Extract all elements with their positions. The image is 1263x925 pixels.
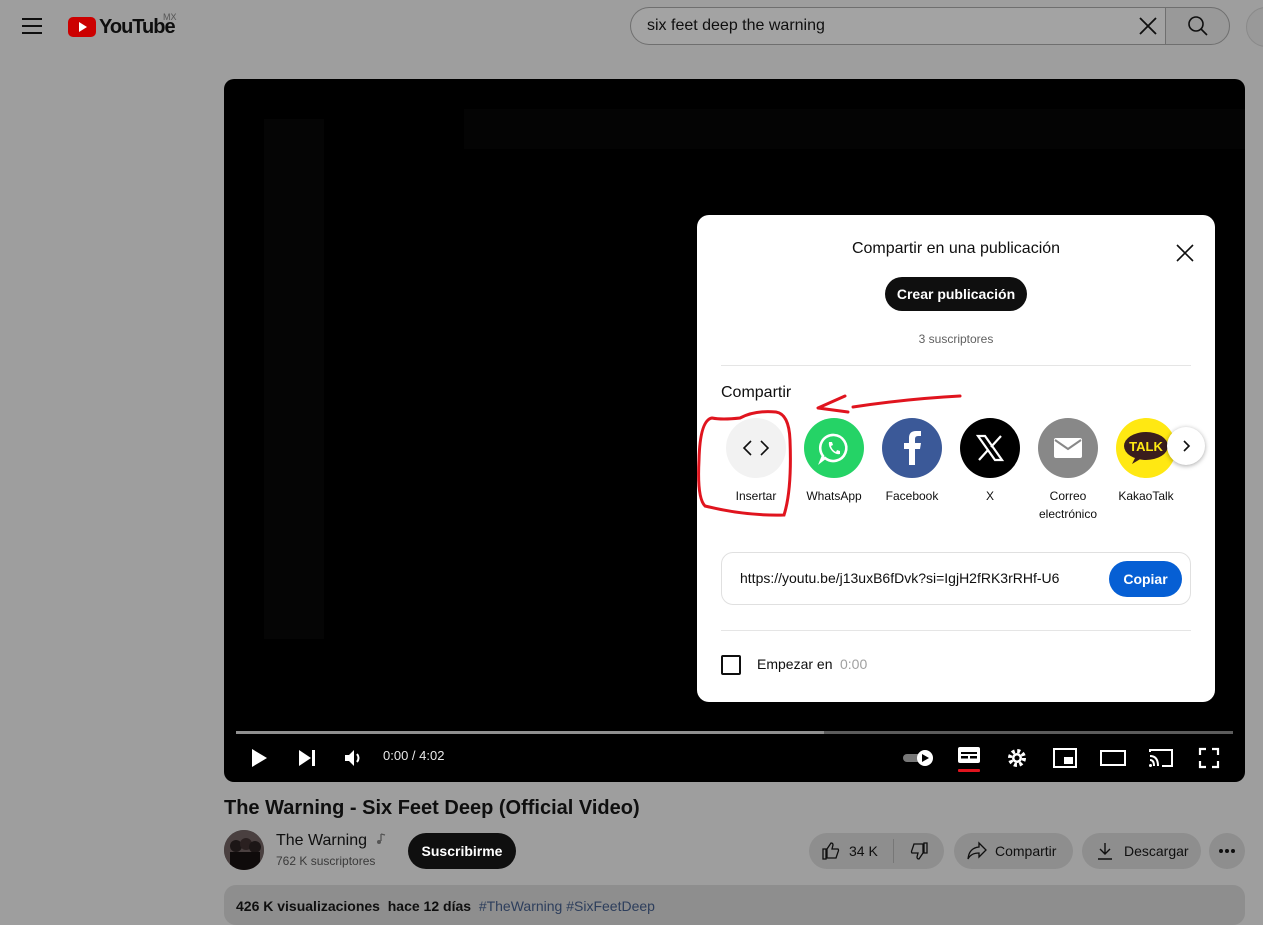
share-label: WhatsApp [806, 489, 862, 503]
share-x[interactable]: X [950, 418, 1030, 505]
download-icon [1098, 843, 1112, 860]
chevron-right-icon [1183, 440, 1191, 452]
description-meta: 426 K visualizaciones hace 12 días #TheW… [236, 898, 655, 914]
divider [721, 365, 1191, 366]
share-label: Insertar [735, 489, 777, 503]
download-button[interactable]: Descargar [1082, 833, 1201, 869]
hashtags[interactable]: #TheWarning #SixFeetDeep [479, 898, 655, 914]
like-dislike-group: 34 K [809, 833, 944, 869]
more-horizontal-icon [1219, 849, 1235, 853]
clear-search-icon[interactable] [1137, 15, 1159, 37]
search-button[interactable] [1165, 7, 1230, 45]
play-icon [252, 749, 267, 767]
share-email[interactable]: Correo electrónico [1028, 418, 1108, 523]
thumbs-up-icon [822, 842, 840, 860]
share-icon [967, 841, 987, 860]
share-whatsapp[interactable]: WhatsApp [794, 418, 874, 505]
share-link[interactable]: https://youtu.be/j13uxB6fDvk?si=IgjH2fRK… [740, 570, 1059, 586]
video-frame-dark [464, 109, 1245, 149]
embed-icon [726, 418, 786, 478]
dislike-button[interactable] [894, 841, 944, 861]
start-at-checkbox[interactable] [721, 655, 741, 675]
theater-icon [1100, 750, 1126, 766]
subtitles-button[interactable] [954, 743, 984, 773]
subscribe-button[interactable]: Suscribirme [408, 833, 516, 869]
like-button[interactable]: 34 K [809, 839, 894, 863]
share-label: Facebook [885, 489, 939, 503]
search-input[interactable] [647, 8, 1117, 44]
search-icon [1187, 16, 1208, 36]
video-title: The Warning - Six Feet Deep (Official Vi… [224, 797, 640, 819]
thumbs-down-icon [910, 842, 928, 860]
share-link-box: https://youtu.be/j13uxB6fDvk?si=IgjH2fRK… [721, 552, 1191, 605]
next-button[interactable] [292, 745, 322, 771]
start-at-label: Empezar en [757, 656, 833, 672]
copy-button[interactable]: Copiar [1109, 561, 1182, 597]
youtube-logo[interactable]: YouTube [68, 15, 176, 39]
next-icon [299, 750, 315, 766]
play-button[interactable] [244, 745, 274, 771]
share-label: Correo electrónico [1038, 489, 1098, 521]
menu-icon[interactable] [22, 18, 42, 34]
mail-icon [1038, 418, 1098, 478]
voice-search-button[interactable] [1246, 7, 1263, 47]
music-note-icon [377, 833, 386, 844]
search-bar [630, 7, 1165, 45]
whatsapp-icon [804, 418, 864, 478]
x-icon [960, 418, 1020, 478]
time-display: 0:00 / 4:02 [383, 748, 445, 763]
share-dialog: Compartir en una publicación Crear publi… [697, 215, 1215, 702]
miniplayer-icon [1053, 748, 1077, 768]
theater-mode-button[interactable] [1098, 745, 1128, 771]
subscriber-count: 3 suscriptores [918, 332, 994, 346]
more-actions-button[interactable] [1209, 833, 1245, 869]
gear-icon [1008, 749, 1026, 767]
divider [721, 630, 1191, 631]
share-facebook[interactable]: Facebook [872, 418, 952, 505]
kakao-badge-text: TALK [1129, 439, 1163, 454]
upload-age: hace 12 días [387, 898, 472, 914]
share-heading: Compartir [721, 384, 792, 401]
share-button[interactable]: Compartir [954, 833, 1073, 869]
channel-subscribers: 762 K suscriptores [276, 854, 376, 868]
youtube-play-icon [68, 17, 96, 37]
facebook-icon [882, 418, 942, 478]
cast-button[interactable] [1146, 745, 1176, 771]
miniplayer-button[interactable] [1050, 745, 1080, 771]
cast-icon [1149, 749, 1173, 767]
channel-name[interactable]: The Warning [276, 832, 386, 850]
dialog-title: Compartir en una publicación [851, 240, 1061, 257]
like-count: 34 K [849, 843, 878, 859]
subtitles-icon [958, 747, 980, 772]
progress-buffered [236, 731, 824, 734]
share-label: KakaoTalk [1118, 489, 1174, 503]
settings-button[interactable] [1002, 745, 1032, 771]
mute-button[interactable] [339, 745, 369, 771]
fullscreen-button[interactable] [1194, 745, 1224, 771]
share-embed[interactable]: Insertar [716, 418, 796, 505]
region-code: MX [163, 12, 177, 22]
share-next-button[interactable] [1167, 427, 1205, 465]
channel-avatar[interactable] [224, 830, 264, 870]
autoplay-icon [903, 750, 933, 766]
autoplay-toggle[interactable] [900, 745, 938, 771]
create-post-button[interactable]: Crear publicación [885, 277, 1027, 311]
video-frame-dark [264, 119, 324, 639]
volume-icon [345, 750, 360, 766]
close-icon [1176, 244, 1194, 262]
view-count: 426 K visualizaciones [236, 898, 380, 914]
share-label: X [985, 489, 994, 503]
start-at-time[interactable]: 0:00 [840, 656, 867, 672]
fullscreen-icon [1198, 747, 1220, 769]
close-dialog-button[interactable] [1167, 235, 1203, 271]
description-box[interactable]: 426 K visualizaciones hace 12 días #TheW… [224, 885, 1245, 925]
